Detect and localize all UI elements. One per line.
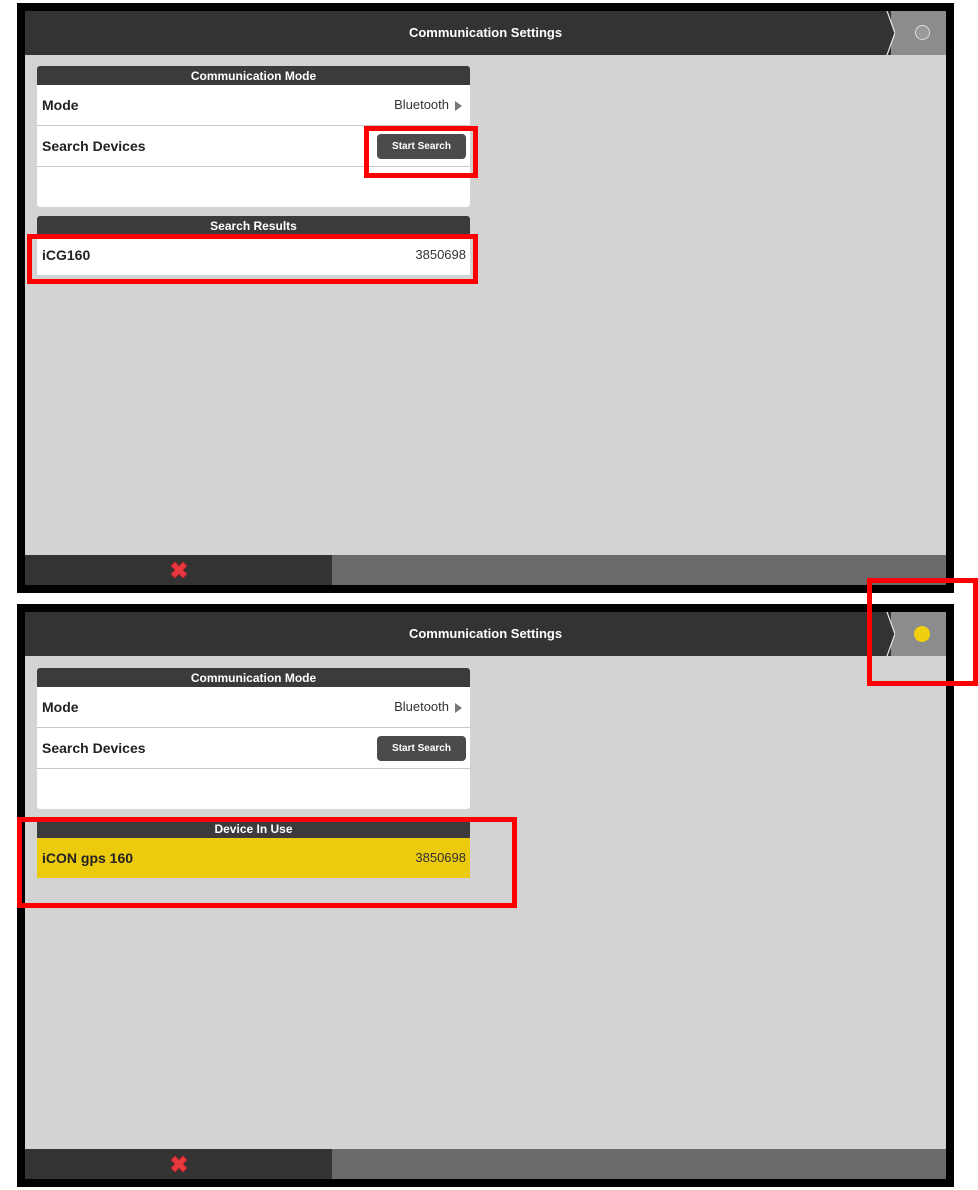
close-icon[interactable] (167, 558, 191, 582)
bottom-bar-left (25, 1149, 332, 1179)
status-dot-icon (915, 25, 930, 40)
highlight-start-search (364, 126, 478, 178)
bottom-bar (25, 1149, 946, 1179)
highlight-status-dot (867, 578, 978, 686)
panel-header: Search Results (37, 216, 470, 235)
bottom-bar-left (25, 555, 332, 585)
bottom-bar (25, 555, 946, 585)
mode-label: Mode (42, 699, 79, 715)
mode-value: Bluetooth (394, 687, 462, 727)
communication-mode-panel: Communication Mode Mode Bluetooth Search… (37, 668, 470, 809)
close-icon[interactable] (167, 1152, 191, 1176)
panel-header: Communication Mode (37, 66, 470, 85)
search-devices-label: Search Devices (42, 138, 146, 154)
mode-row[interactable]: Mode Bluetooth (37, 687, 470, 728)
app-window: Communication Settings Communication Mod… (25, 11, 946, 585)
title-bar: Communication Settings (25, 11, 946, 55)
mode-row[interactable]: Mode Bluetooth (37, 85, 470, 126)
connection-status-button[interactable] (883, 11, 946, 55)
chevron-right-icon (883, 11, 895, 55)
chevron-right-icon (455, 702, 462, 713)
mode-value-text: Bluetooth (394, 699, 449, 714)
empty-row (37, 769, 470, 809)
chevron-right-icon (455, 100, 462, 111)
search-devices-row: Search Devices Start Search (37, 728, 470, 769)
title-bar: Communication Settings (25, 612, 946, 656)
mode-value-text: Bluetooth (394, 97, 449, 112)
page-title: Communication Settings (408, 25, 563, 40)
mode-label: Mode (42, 97, 79, 113)
highlight-device-in-use (17, 817, 517, 908)
page-title: Communication Settings (408, 626, 563, 641)
screen-search-results: Communication Settings Communication Mod… (17, 3, 954, 593)
highlight-search-result (27, 234, 478, 284)
mode-value: Bluetooth (394, 85, 462, 125)
start-search-button[interactable]: Start Search (377, 736, 466, 761)
search-devices-label: Search Devices (42, 740, 146, 756)
panel-header: Communication Mode (37, 668, 470, 687)
